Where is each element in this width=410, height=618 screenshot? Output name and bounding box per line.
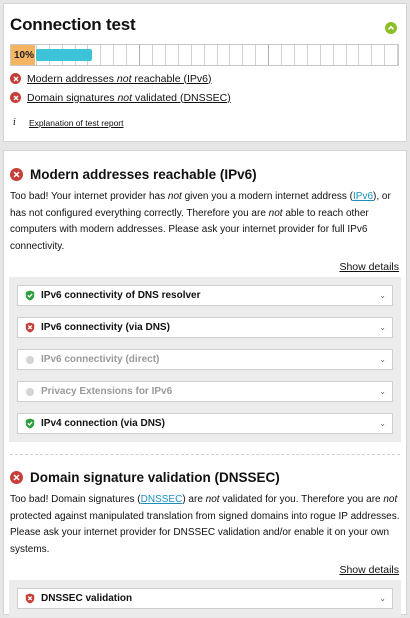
check-label: IPv4 connection (via DNS)	[41, 418, 165, 429]
check-row[interactable]: IPv4 connection (via DNS) ⌄	[17, 413, 393, 434]
issue-dnssec-link[interactable]: Domain signatures not validated (DNSSEC)	[27, 92, 231, 104]
dnssec-info-link[interactable]: DNSSEC	[141, 494, 183, 505]
check-label: DNSSEC validation	[41, 593, 133, 604]
error-icon	[10, 73, 21, 84]
check-row[interactable]: IPv6 connectivity of DNS resolver ⌄	[17, 285, 393, 306]
issue-dnssec[interactable]: Domain signatures not validated (DNSSEC)	[10, 91, 400, 104]
show-details-link[interactable]: Show details	[10, 564, 400, 576]
check-row[interactable]: IPv6 connectivity (direct) ⌄	[17, 349, 393, 370]
show-details-link[interactable]: Show details	[10, 261, 400, 273]
error-icon	[10, 167, 23, 181]
explanation-link[interactable]: Explanation of test report	[29, 118, 124, 128]
page: Connection test 10% Modern addresses not…	[0, 0, 410, 618]
check-label: IPv6 connectivity (via DNS)	[41, 322, 170, 333]
progress-fill	[36, 49, 92, 61]
section-description: Too bad! Your internet provider has not …	[10, 191, 391, 252]
explanation-link-row[interactable]: i Explanation of test report	[10, 118, 400, 128]
error-icon	[10, 92, 21, 103]
issue-ipv6[interactable]: Modern addresses not reachable (IPv6)	[10, 72, 400, 85]
shield-check-icon	[25, 418, 35, 429]
shield-error-icon	[25, 322, 35, 333]
check-row[interactable]: Privacy Extensions for IPv6 ⌄	[17, 381, 393, 402]
chevron-down-icon: ⌄	[379, 323, 386, 332]
check-label: IPv6 connectivity of DNS resolver	[41, 290, 201, 301]
details-card: Modern addresses reachable (IPv6) Too ba…	[3, 150, 407, 617]
section-title: Modern addresses reachable (IPv6)	[30, 166, 257, 182]
checks-panel: DNSSEC validation ⌄	[9, 580, 401, 617]
checks-panel: IPv6 connectivity of DNS resolver ⌄ IPv6…	[9, 277, 401, 442]
page-title: Connection test	[10, 15, 136, 34]
error-icon	[10, 470, 23, 484]
skipped-dot-icon	[25, 354, 35, 365]
ipv6-section: Modern addresses reachable (IPv6) Too ba…	[9, 151, 401, 442]
chevron-down-icon: ⌄	[379, 387, 386, 396]
dnssec-section: Domain signature validation (DNSSEC) Too…	[9, 455, 401, 617]
ipv6-info-link[interactable]: IPv6	[353, 191, 373, 202]
issue-ipv6-link[interactable]: Modern addresses not reachable (IPv6)	[27, 73, 211, 85]
check-row[interactable]: DNSSEC validation ⌄	[17, 588, 393, 609]
chevron-down-icon: ⌄	[379, 291, 386, 300]
check-label: IPv6 connectivity (direct)	[41, 354, 160, 365]
progress-percent-label: 10%	[11, 45, 35, 65]
check-label: Privacy Extensions for IPv6	[41, 386, 173, 397]
shield-check-icon	[25, 290, 35, 301]
chevron-down-icon: ⌄	[379, 355, 386, 364]
info-icon: i	[13, 118, 16, 128]
check-row[interactable]: IPv6 connectivity (via DNS) ⌄	[17, 317, 393, 338]
shield-error-icon	[25, 593, 35, 604]
chevron-down-icon: ⌄	[379, 594, 386, 603]
collapse-up-icon[interactable]	[385, 22, 397, 34]
section-title: Domain signature validation (DNSSEC)	[30, 469, 280, 485]
progress-bar: 10%	[10, 44, 399, 66]
chevron-down-icon: ⌄	[379, 419, 386, 428]
skipped-dot-icon	[25, 386, 35, 397]
section-description: Too bad! Domain signatures (DNSSEC) are …	[10, 494, 400, 555]
summary-card: Connection test 10% Modern addresses not…	[3, 3, 407, 142]
